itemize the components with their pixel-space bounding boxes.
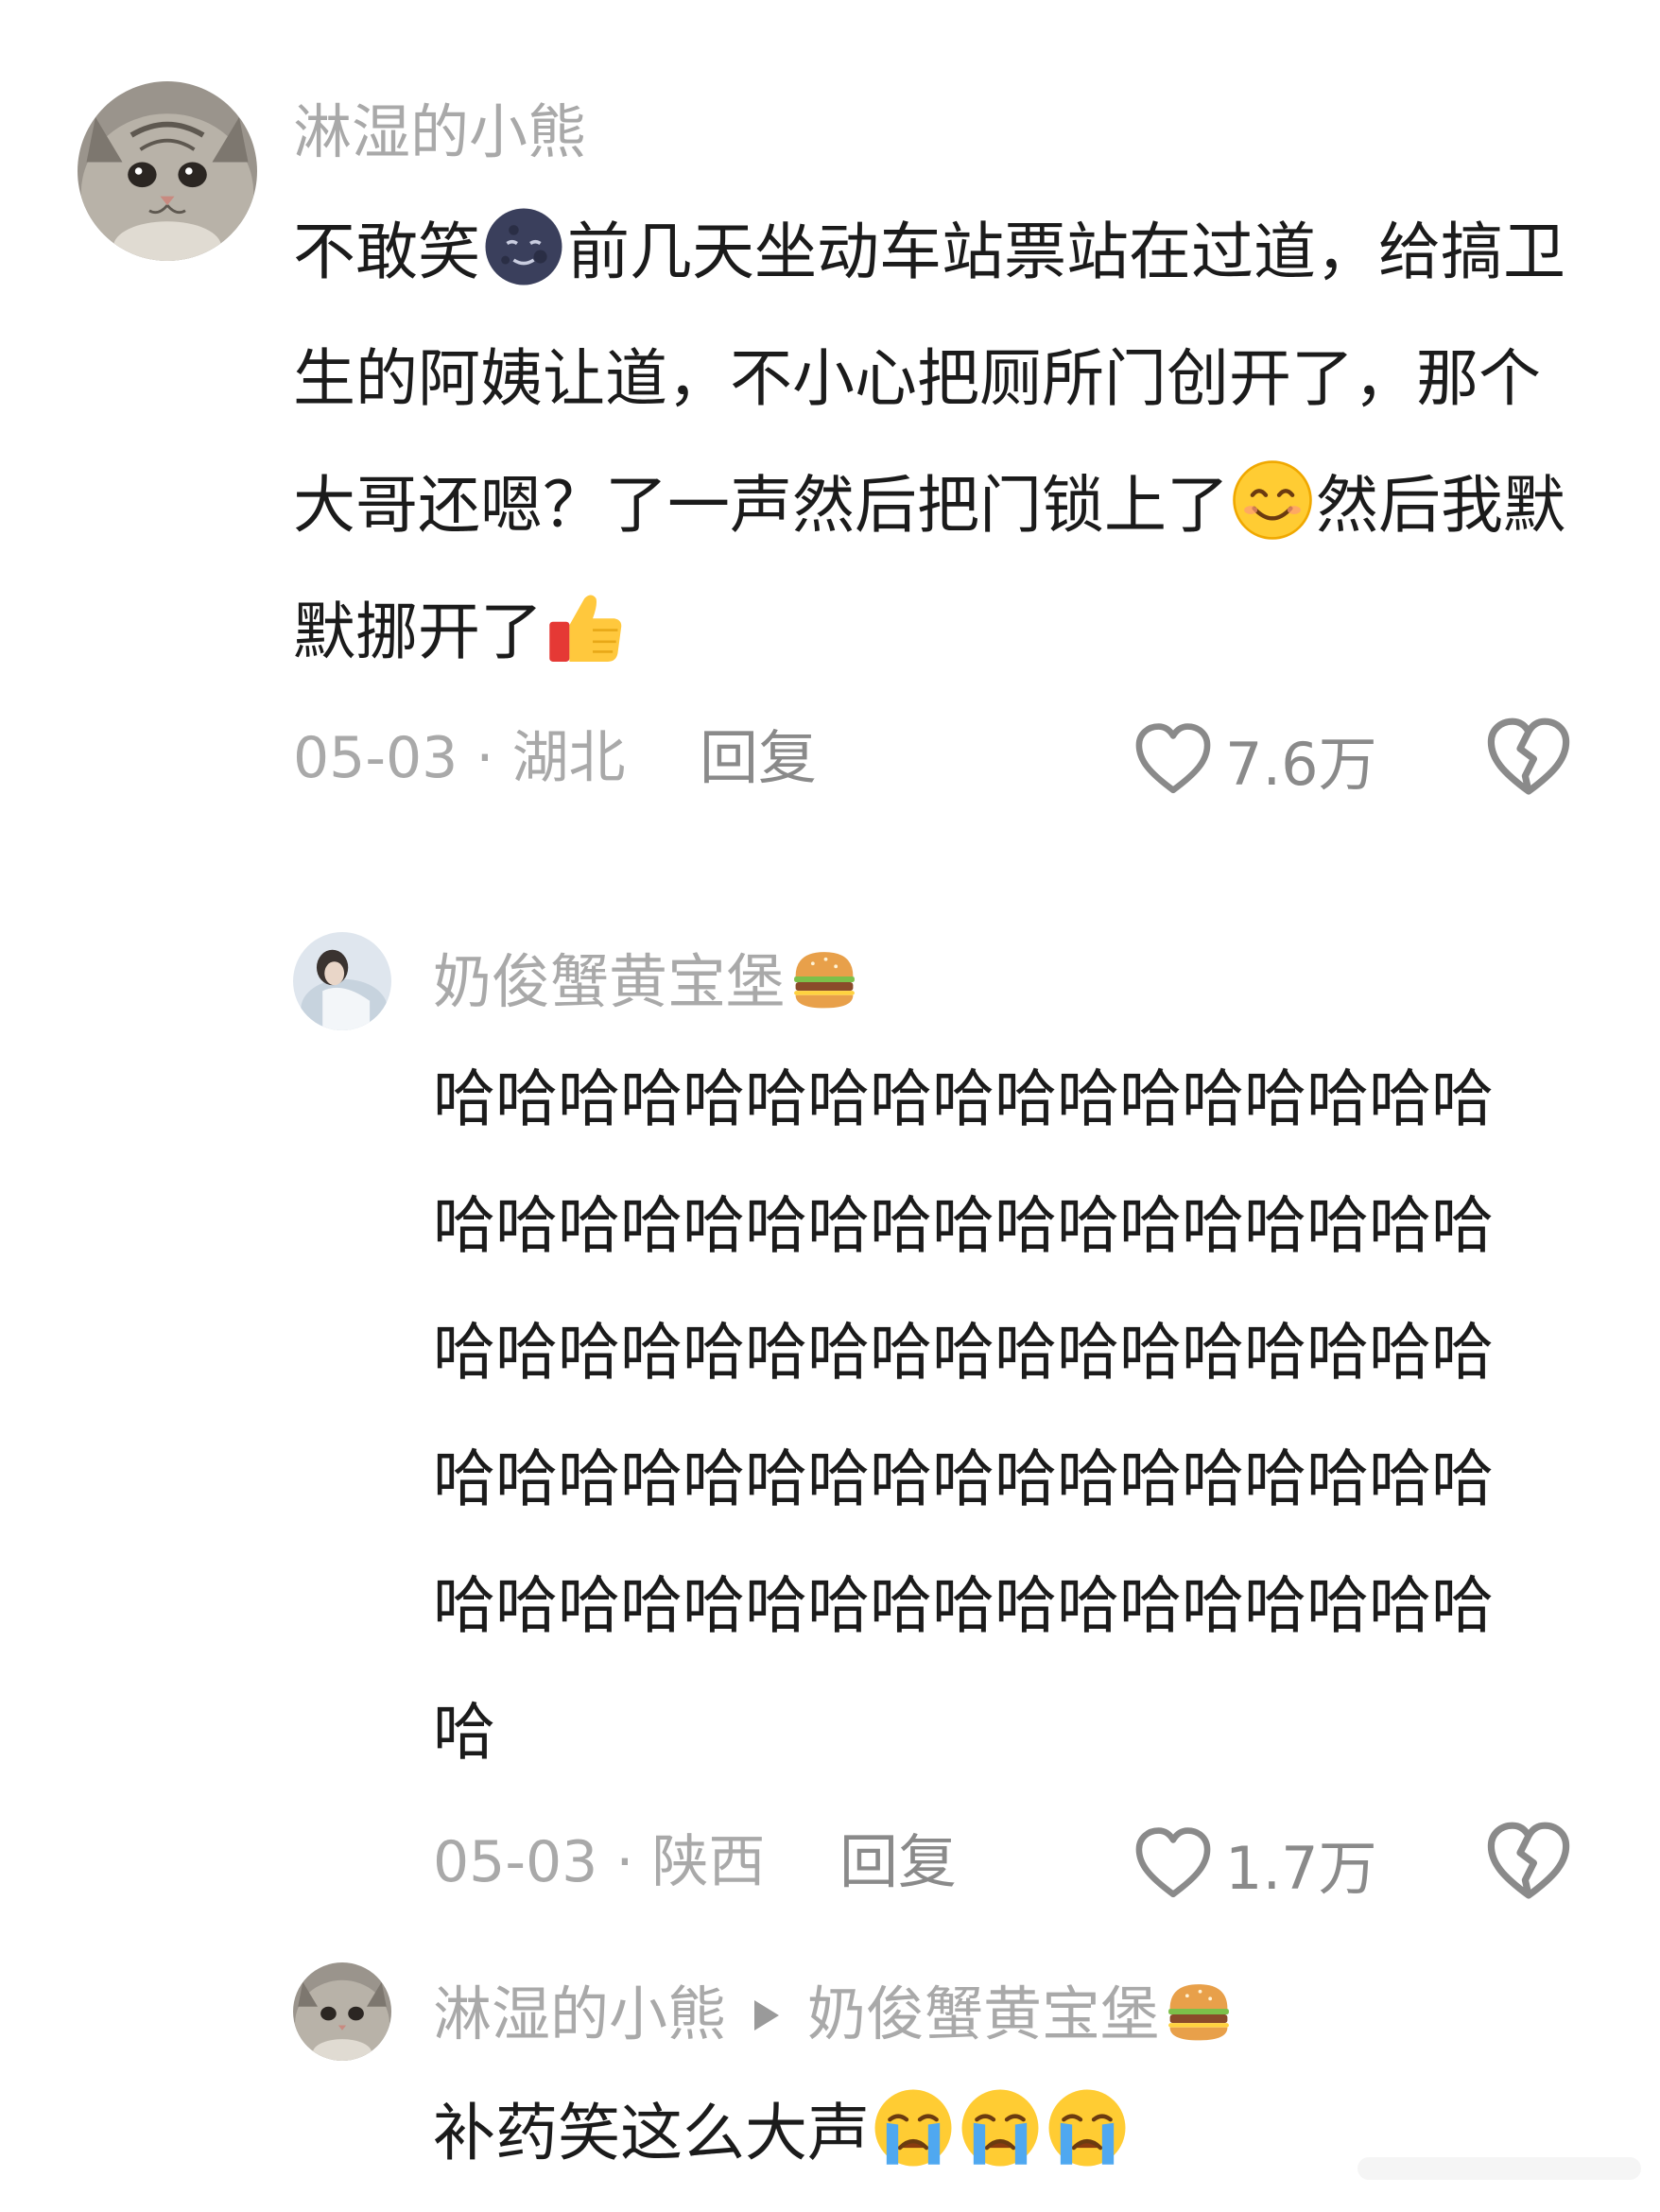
new-moon-face-icon — [482, 205, 565, 288]
comment-date-location: 05-03 · 湖北 — [293, 725, 626, 791]
broken-heart-icon — [1487, 1822, 1570, 1899]
reply2-username[interactable]: 淋湿的小熊 — [433, 1979, 726, 2048]
cat-avatar-small[interactable] — [293, 1962, 391, 2061]
girl-avatar[interactable] — [293, 932, 391, 1030]
comment-thread: 淋湿的小熊 不敢笑 前几天坐动车站票站在过道，给搞卫生的阿姨让道，不小心把厕所门… — [0, 0, 1660, 2212]
hamburger-icon — [1163, 1976, 1235, 2048]
crying-face-icon — [959, 2086, 1042, 2169]
broken-heart-icon — [1487, 717, 1570, 795]
heart-icon — [1135, 723, 1211, 794]
smiling-face-icon — [1231, 458, 1314, 542]
reply2-text-content: 补药笑这么大声 — [433, 2097, 870, 2169]
reply2-username-row: 淋湿的小熊 奶俊蟹黄宝堡 — [433, 1976, 1235, 2052]
cat-avatar[interactable] — [78, 81, 257, 261]
reply1-text: 哈哈哈哈哈哈哈哈哈哈哈哈哈哈哈哈哈哈哈哈哈哈哈哈哈哈哈哈哈哈哈哈哈哈哈哈哈哈哈哈… — [433, 1063, 1494, 1769]
comment-username[interactable]: 淋湿的小熊 — [293, 95, 586, 170]
hamburger-icon — [788, 943, 860, 1015]
watermark-graphic — [1357, 2157, 1641, 2180]
reply1-date-location: 05-03 · 陕西 — [433, 1829, 766, 1895]
crying-face-icon — [872, 2086, 955, 2169]
reply1-like-button[interactable]: 1.7万 — [1134, 1821, 1377, 1906]
reply1-dislike-button[interactable] — [1486, 1819, 1571, 1904]
crying-face-icon — [1046, 2086, 1129, 2169]
comment-reply-button[interactable]: 回复 — [700, 720, 817, 796]
reply1-reply-button[interactable]: 回复 — [839, 1824, 957, 1900]
girl-avatar-image — [293, 932, 391, 1030]
reply-to-arrow-icon — [754, 2000, 780, 2031]
comment-text: 不敢笑 前几天坐动车站票站在过道，给搞卫生的阿姨让道，不小心把厕所门创开了，那个… — [293, 189, 1579, 696]
comment-dislike-button[interactable] — [1486, 715, 1571, 800]
cat-avatar-small-image — [293, 1962, 391, 2061]
comment-text-part-1: 不敢笑 — [293, 216, 480, 288]
comment-like-button[interactable]: 7.6万 — [1134, 717, 1377, 802]
reply2-reply-to[interactable]: 奶俊蟹黄宝堡 — [807, 1979, 1159, 2048]
cat-avatar-image — [78, 81, 257, 261]
reply1-username-row: 奶俊蟹黄宝堡 — [433, 943, 860, 1020]
heart-icon — [1135, 1827, 1211, 1898]
thumbs-up-icon — [545, 585, 628, 668]
comment-like-count: 7.6万 — [1225, 730, 1377, 799]
reply1-username[interactable]: 奶俊蟹黄宝堡 — [433, 947, 785, 1016]
reply1-like-count: 1.7万 — [1225, 1834, 1377, 1903]
